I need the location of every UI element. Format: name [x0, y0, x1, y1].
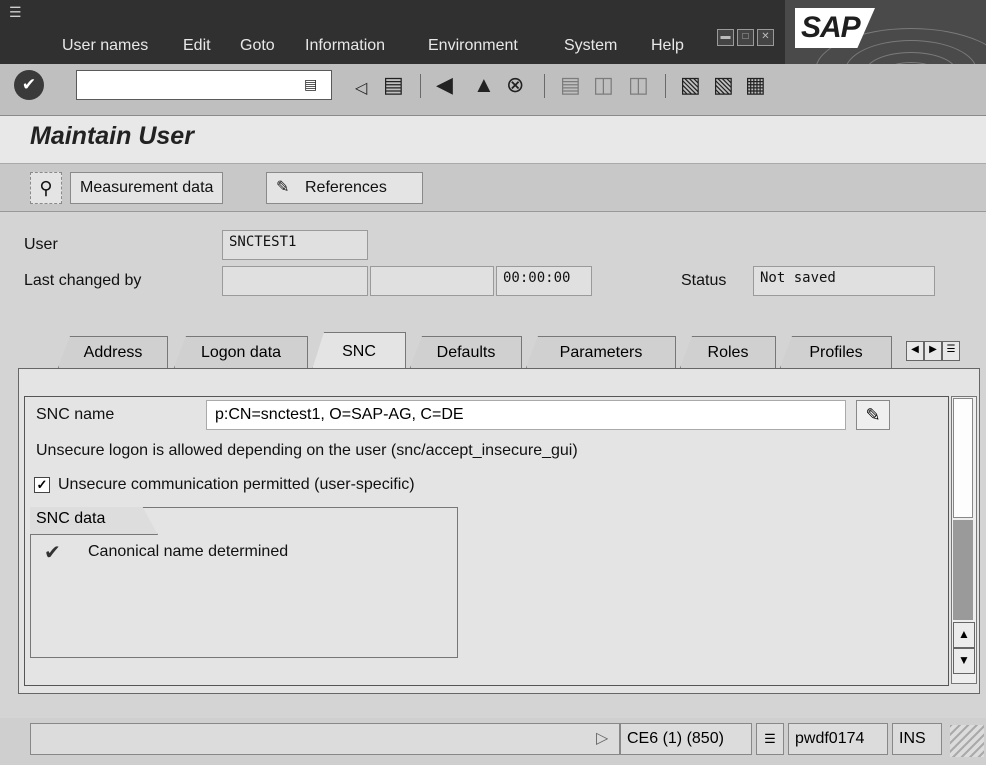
layout-icon[interactable]: ▦	[745, 72, 766, 98]
minimize-icon[interactable]: ▬	[717, 29, 734, 46]
tab-address[interactable]: Address	[58, 336, 168, 368]
enter-icon[interactable]: ✔	[14, 70, 44, 100]
page-title: Maintain User	[30, 122, 194, 150]
insert-mode[interactable]: INS	[892, 723, 942, 755]
user-field[interactable]: SNCTEST1	[222, 230, 368, 260]
menu-environment[interactable]: Environment	[428, 37, 518, 55]
snc-data-title: SNC data	[30, 507, 158, 535]
tab-list-icon[interactable]: ☰	[942, 341, 960, 361]
status-field[interactable]: Not saved	[753, 266, 935, 296]
tab-scroll-right-icon[interactable]: ▶	[924, 341, 942, 361]
tab-profiles[interactable]: Profiles	[780, 336, 892, 368]
time-field[interactable]: 00:00:00	[496, 266, 592, 296]
menu-system[interactable]: System	[564, 37, 617, 55]
tab-defaults[interactable]: Defaults	[410, 336, 522, 368]
last-changed-field[interactable]	[222, 266, 368, 296]
display-change-icon[interactable]: ⚲	[30, 172, 62, 204]
last-page-icon[interactable]: ▧	[713, 72, 734, 98]
system-info: CE6 (1) (850)	[620, 723, 752, 755]
tab-snc[interactable]: SNC	[312, 332, 406, 370]
unsecure-communication-label: Unsecure communication permitted (user-s…	[58, 476, 415, 493]
last-changed-label: Last changed by	[24, 272, 142, 289]
server-name: pwdf0174	[788, 723, 888, 755]
maximize-icon[interactable]: □	[737, 29, 754, 46]
resize-grip[interactable]	[950, 725, 984, 757]
references-icon: ✎	[276, 179, 290, 196]
references-label: References	[305, 179, 387, 196]
back-icon[interactable]: ◁	[355, 76, 367, 102]
scroll-down-icon[interactable]: ▼	[953, 648, 975, 674]
find-next-icon[interactable]: ◫	[628, 72, 649, 98]
tab-scroll-left-icon[interactable]: ◀	[906, 341, 924, 361]
find-icon[interactable]: ◫	[593, 72, 614, 98]
command-field[interactable]	[76, 70, 332, 100]
references-button[interactable]: ✎ References	[266, 172, 423, 204]
status-message	[30, 723, 620, 755]
window-menu-icon[interactable]: ☰	[9, 4, 22, 21]
tab-parameters[interactable]: Parameters	[526, 336, 676, 368]
cancel-icon[interactable]: ⊗	[506, 72, 524, 98]
menu-user-names[interactable]: User names	[62, 37, 148, 55]
user-label: User	[24, 236, 58, 253]
system-list-icon[interactable]: ☰	[756, 723, 784, 755]
scroll-track[interactable]	[953, 520, 973, 620]
toolbar-separator	[420, 74, 421, 98]
close-icon[interactable]: ✕	[757, 29, 774, 46]
measurement-data-button[interactable]: Measurement data	[70, 172, 224, 204]
checkmark-icon: ✔	[44, 542, 61, 564]
snc-name-label: SNC name	[36, 406, 115, 423]
menu-edit[interactable]: Edit	[183, 37, 211, 55]
date-field[interactable]	[370, 266, 494, 296]
first-page-icon[interactable]: ▧	[680, 72, 701, 98]
scroll-thumb[interactable]	[953, 398, 973, 518]
save-icon[interactable]: ▤	[383, 72, 404, 98]
dropdown-icon[interactable]: ▤	[304, 76, 317, 93]
toolbar-separator	[665, 74, 666, 98]
tab-roles[interactable]: Roles	[680, 336, 776, 368]
scroll-up-icon[interactable]: ▲	[953, 622, 975, 648]
status-label: Status	[681, 272, 727, 289]
menu-help[interactable]: Help	[651, 37, 684, 55]
canonical-name-text: Canonical name determined	[88, 543, 289, 560]
tab-logon-data[interactable]: Logon data	[174, 336, 308, 368]
back-nav-icon[interactable]: ◀	[436, 72, 453, 98]
snc-name-field[interactable]: p:CN=snctest1, O=SAP-AG, C=DE	[206, 400, 846, 430]
edit-icon[interactable]: ✎	[856, 400, 890, 430]
unsecure-communication-checkbox[interactable]: ✓	[34, 477, 50, 493]
exit-icon[interactable]: ▲	[473, 72, 495, 98]
menu-information[interactable]: Information	[305, 37, 385, 55]
status-expand-icon[interactable]: ▷	[596, 728, 608, 748]
toolbar-separator	[544, 74, 545, 98]
snc-info-text: Unsecure logon is allowed depending on t…	[36, 442, 578, 459]
print-icon[interactable]: ▤	[560, 72, 581, 98]
menu-goto[interactable]: Goto	[240, 37, 275, 55]
